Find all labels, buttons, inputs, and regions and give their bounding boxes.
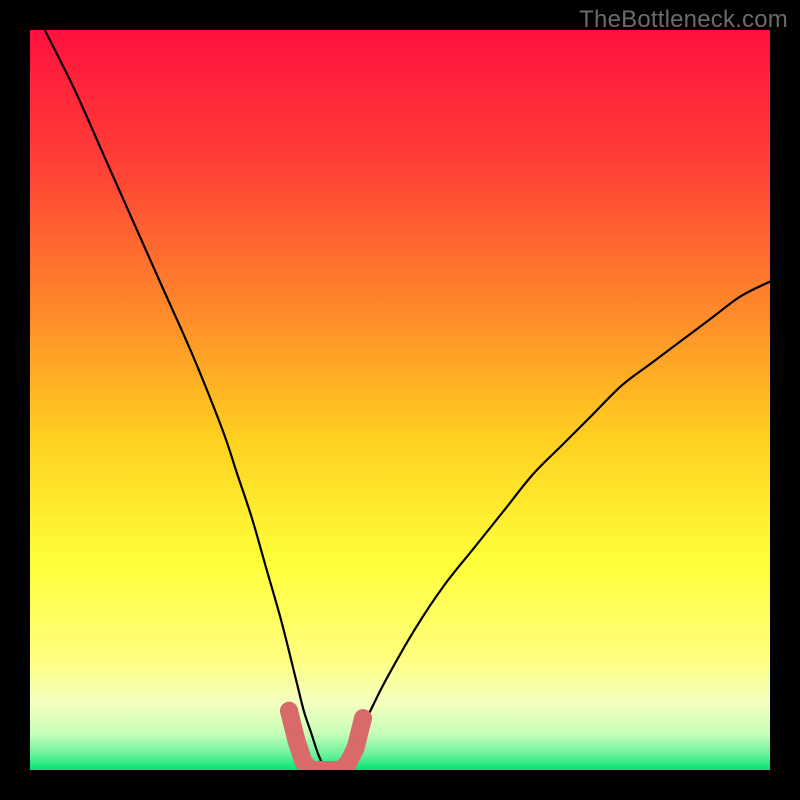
valley-marker (354, 709, 372, 727)
valley-markers (280, 702, 372, 770)
valley-marker (280, 702, 298, 720)
plot-area (30, 30, 770, 770)
curve-layer (30, 30, 770, 770)
valley-marker (287, 731, 305, 749)
watermark-text: TheBottleneck.com (579, 6, 788, 34)
valley-marker (347, 739, 365, 757)
bottleneck-curve (45, 30, 770, 770)
chart-frame: TheBottleneck.com (0, 0, 800, 800)
